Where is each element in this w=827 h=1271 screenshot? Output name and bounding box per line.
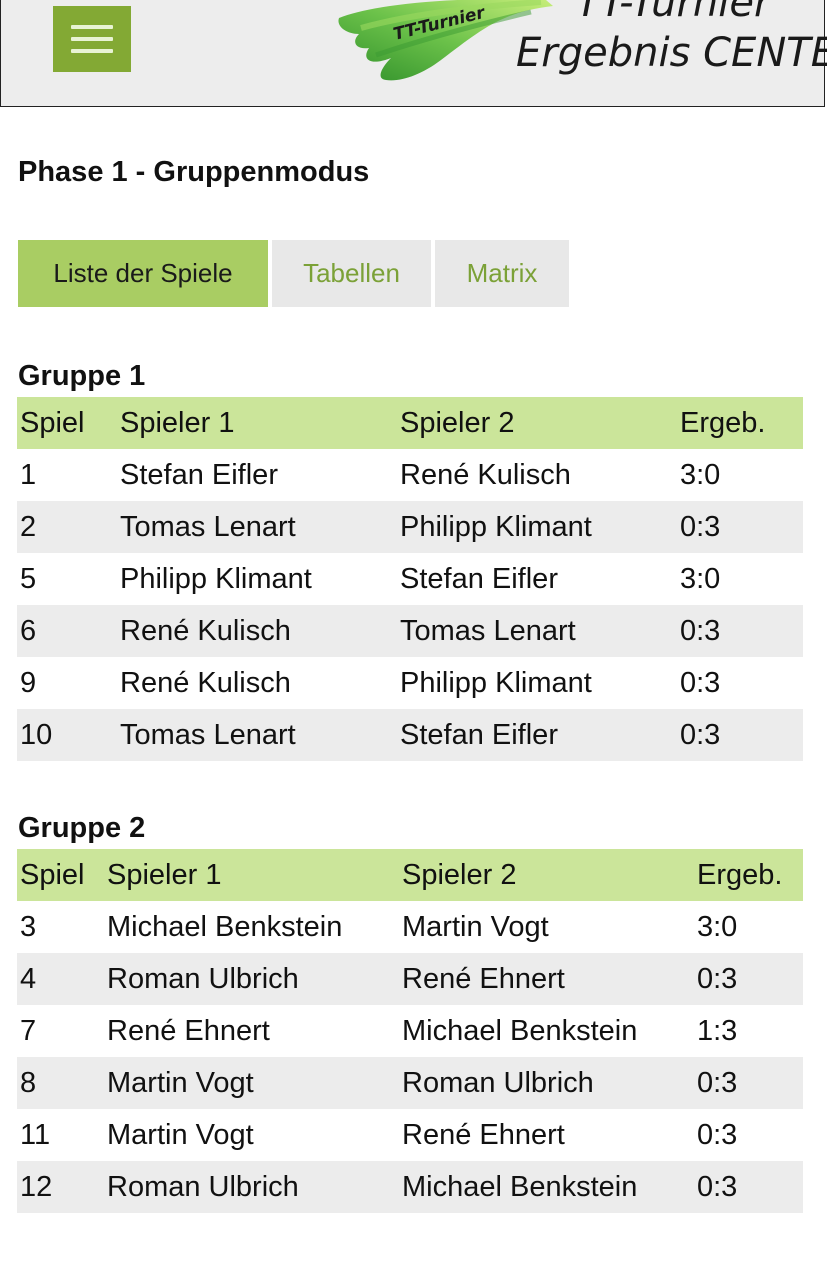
table-row: 9 René Kulisch Philipp Klimant 0:3 xyxy=(17,657,803,709)
column-header-spieler-2: Spieler 2 xyxy=(400,406,515,439)
cell-ergebnis: 0:3 xyxy=(680,718,721,751)
cell-spieler-1: Philipp Klimant xyxy=(120,562,312,595)
cell-spieler-1: René Kulisch xyxy=(120,614,291,647)
cell-spieler-2: Philipp Klimant xyxy=(400,510,592,543)
menu-icon-bar xyxy=(71,37,113,41)
cell-spiel: 6 xyxy=(20,614,37,647)
tab-liste-der-spiele[interactable]: Liste der Spiele xyxy=(18,240,268,307)
table-row: 5 Philipp Klimant Stefan Eifler 3:0 xyxy=(17,553,803,605)
cell-spiel: 2 xyxy=(20,510,37,543)
cell-ergebnis: 3:0 xyxy=(680,562,721,595)
cell-ergebnis: 3:0 xyxy=(680,458,721,491)
cell-spiel: 3 xyxy=(20,910,37,943)
cell-spieler-1: Tomas Lenart xyxy=(120,718,296,751)
page-title: Phase 1 - Gruppenmodus xyxy=(18,156,370,188)
site-logo[interactable]: TT-Turnier TT-Turnier Ergebnis CENTER xyxy=(331,0,827,100)
cell-ergebnis: 0:3 xyxy=(680,666,721,699)
cell-spieler-1: Stefan Eifler xyxy=(120,458,278,491)
cell-spieler-2: René Ehnert xyxy=(402,962,565,995)
table-row: 11 Martin Vogt René Ehnert 0:3 xyxy=(17,1109,803,1161)
cell-spieler-1: René Kulisch xyxy=(120,666,291,699)
cell-ergebnis: 0:3 xyxy=(697,1066,738,1099)
cell-spiel: 4 xyxy=(20,962,37,995)
cell-spieler-2: René Kulisch xyxy=(400,458,571,491)
column-header-spiel: Spiel xyxy=(20,406,85,439)
cell-spiel: 9 xyxy=(20,666,37,699)
view-tabs: Liste der Spiele Tabellen Matrix xyxy=(18,240,569,307)
column-header-spieler-1: Spieler 1 xyxy=(120,406,235,439)
cell-spieler-2: Michael Benkstein xyxy=(402,1170,638,1203)
cell-spiel: 8 xyxy=(20,1066,37,1099)
table-row: 6 René Kulisch Tomas Lenart 0:3 xyxy=(17,605,803,657)
menu-icon-bar xyxy=(71,25,113,29)
group-2-games-table: Spiel Spieler 1 Spieler 2 Ergeb. 3 Micha… xyxy=(17,849,803,1213)
cell-ergebnis: 0:3 xyxy=(697,962,738,995)
cell-spieler-1: René Ehnert xyxy=(107,1014,270,1047)
cell-spieler-1: Michael Benkstein xyxy=(107,910,343,943)
table-row: 3 Michael Benkstein Martin Vogt 3:0 xyxy=(17,901,803,953)
cell-spieler-1: Martin Vogt xyxy=(107,1066,254,1099)
menu-icon-bar xyxy=(71,49,113,53)
tab-matrix[interactable]: Matrix xyxy=(435,240,569,307)
cell-spieler-1: Tomas Lenart xyxy=(120,510,296,543)
group-1-title: Gruppe 1 xyxy=(18,360,146,392)
cell-ergebnis: 0:3 xyxy=(680,510,721,543)
cell-spiel: 7 xyxy=(20,1014,37,1047)
cell-spieler-2: Martin Vogt xyxy=(402,910,549,943)
table-row: 10 Tomas Lenart Stefan Eifler 0:3 xyxy=(17,709,803,761)
table-row: 1 Stefan Eifler René Kulisch 3:0 xyxy=(17,449,803,501)
table-row: 12 Roman Ulbrich Michael Benkstein 0:3 xyxy=(17,1161,803,1213)
site-header: TT-Turnier TT-Turnier Ergebnis CENTER xyxy=(0,0,827,107)
cell-spiel: 1 xyxy=(20,458,37,491)
cell-ergebnis: 0:3 xyxy=(697,1170,738,1203)
cell-spieler-1: Roman Ulbrich xyxy=(107,962,299,995)
column-header-ergebnis: Ergeb. xyxy=(680,406,766,439)
cell-ergebnis: 3:0 xyxy=(697,910,738,943)
logo-title-line1: TT-Turnier xyxy=(576,0,771,26)
cell-spiel: 5 xyxy=(20,562,37,595)
cell-spieler-2: Roman Ulbrich xyxy=(402,1066,594,1099)
table-row: 4 Roman Ulbrich René Ehnert 0:3 xyxy=(17,953,803,1005)
group-2-title: Gruppe 2 xyxy=(18,812,146,844)
cell-spieler-2: Michael Benkstein xyxy=(402,1014,638,1047)
column-header-ergebnis: Ergeb. xyxy=(697,858,783,891)
table-row: 7 René Ehnert Michael Benkstein 1:3 xyxy=(17,1005,803,1057)
hamburger-menu-button[interactable] xyxy=(53,6,131,72)
cell-spieler-2: Stefan Eifler xyxy=(400,562,558,595)
table-row: 8 Martin Vogt Roman Ulbrich 0:3 xyxy=(17,1057,803,1109)
cell-spieler-1: Roman Ulbrich xyxy=(107,1170,299,1203)
table-header-row: Spiel Spieler 1 Spieler 2 Ergeb. xyxy=(17,849,803,901)
cell-spieler-2: René Ehnert xyxy=(402,1118,565,1151)
cell-spiel: 12 xyxy=(20,1170,53,1203)
group-1-games-table: Spiel Spieler 1 Spieler 2 Ergeb. 1 Stefa… xyxy=(17,397,803,761)
table-header-row: Spiel Spieler 1 Spieler 2 Ergeb. xyxy=(17,397,803,449)
column-header-spiel: Spiel xyxy=(20,858,85,891)
tab-tabellen[interactable]: Tabellen xyxy=(272,240,431,307)
logo-title-line2: Ergebnis CENTER xyxy=(516,30,827,76)
cell-ergebnis: 1:3 xyxy=(697,1014,738,1047)
cell-spieler-2: Stefan Eifler xyxy=(400,718,558,751)
cell-spiel: 10 xyxy=(20,718,53,751)
column-header-spieler-2: Spieler 2 xyxy=(402,858,517,891)
table-row: 2 Tomas Lenart Philipp Klimant 0:3 xyxy=(17,501,803,553)
cell-ergebnis: 0:3 xyxy=(680,614,721,647)
cell-spieler-2: Philipp Klimant xyxy=(400,666,592,699)
column-header-spieler-1: Spieler 1 xyxy=(107,858,222,891)
cell-spiel: 11 xyxy=(20,1118,51,1151)
cell-spieler-1: Martin Vogt xyxy=(107,1118,254,1151)
cell-ergebnis: 0:3 xyxy=(697,1118,738,1151)
cell-spieler-2: Tomas Lenart xyxy=(400,614,576,647)
